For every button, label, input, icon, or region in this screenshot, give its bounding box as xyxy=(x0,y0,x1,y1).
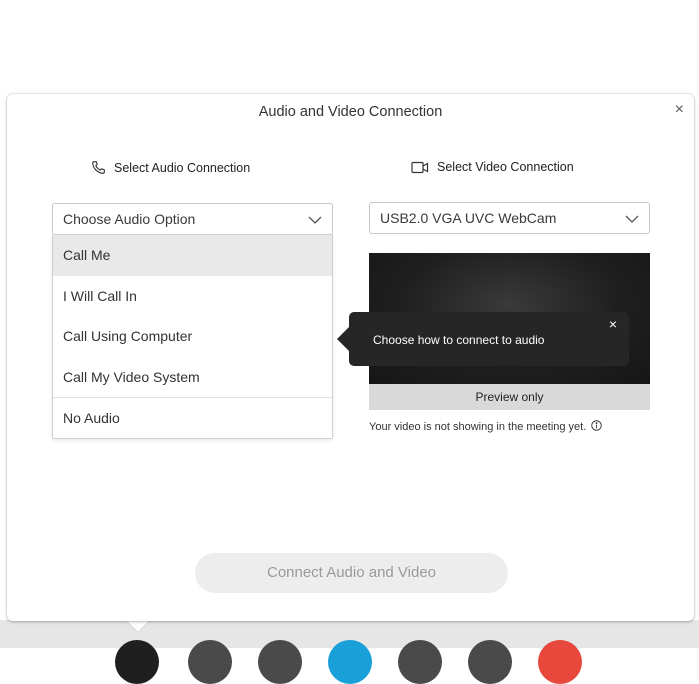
audio-options-dropdown: Call Me I Will Call In Call Using Comput… xyxy=(52,234,333,439)
video-camera-select[interactable]: USB2.0 VGA UVC WebCam xyxy=(369,202,650,234)
video-select-value: USB2.0 VGA UVC WebCam xyxy=(380,210,557,226)
audio-option-video-system[interactable]: Call My Video System xyxy=(53,357,332,398)
chat-button[interactable] xyxy=(398,640,442,684)
audio-option-select[interactable]: Choose Audio Option xyxy=(52,203,333,235)
tooltip-arrow xyxy=(337,327,349,351)
end-call-button[interactable] xyxy=(538,640,582,684)
audio-select-value: Choose Audio Option xyxy=(63,211,196,227)
video-section-heading: Select Video Connection xyxy=(411,160,574,174)
connect-audio-video-button[interactable]: Connect Audio and Video xyxy=(195,553,508,593)
preview-only-label: Preview only xyxy=(369,384,650,410)
dialog-title: Audio and Video Connection xyxy=(258,104,443,120)
video-note-text: Your video is not showing in the meeting… xyxy=(369,421,587,433)
video-status-note: Your video is not showing in the meeting… xyxy=(369,420,603,434)
audio-option-computer[interactable]: Call Using Computer xyxy=(53,316,332,357)
dialog-pointer xyxy=(126,620,150,632)
audio-tooltip: Choose how to connect to audio × xyxy=(337,312,629,366)
tooltip-close-icon[interactable]: × xyxy=(609,316,617,332)
participants-button[interactable] xyxy=(258,640,302,684)
more-button[interactable] xyxy=(468,640,512,684)
audio-option-call-me[interactable]: Call Me xyxy=(53,235,332,276)
video-button[interactable] xyxy=(188,640,232,684)
share-button[interactable] xyxy=(328,640,372,684)
phone-icon xyxy=(91,160,106,175)
chevron-down-icon xyxy=(308,211,322,227)
mute-button[interactable] xyxy=(115,640,159,684)
tooltip-text: Choose how to connect to audio xyxy=(373,333,545,347)
audio-section-label: Select Audio Connection xyxy=(114,160,251,175)
video-camera-icon xyxy=(411,161,429,174)
audio-option-no-audio[interactable]: No Audio xyxy=(53,397,332,438)
audio-video-dialog: Audio and Video Connection × Select Audi… xyxy=(7,94,694,621)
info-icon[interactable] xyxy=(591,420,603,434)
audio-section-heading: Select Audio Connection xyxy=(91,160,250,175)
close-icon[interactable]: × xyxy=(675,102,684,118)
audio-option-call-in[interactable]: I Will Call In xyxy=(53,276,332,317)
chevron-down-icon xyxy=(625,210,639,226)
video-section-label: Select Video Connection xyxy=(437,160,574,174)
